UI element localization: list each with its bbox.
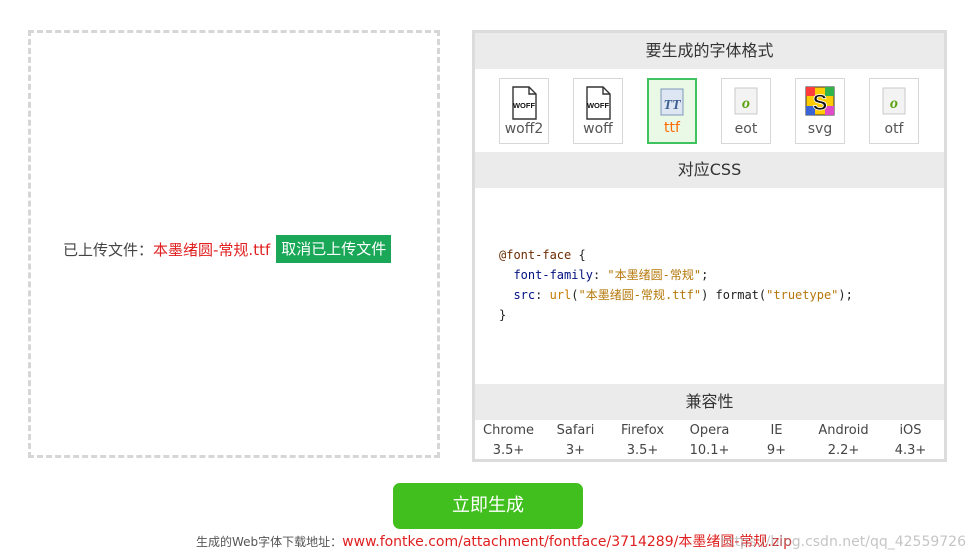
format-option-otf[interactable]: o otf	[869, 78, 919, 144]
svg-text:S: S	[813, 90, 828, 115]
compat-ios: iOS 4.3+	[877, 421, 944, 461]
css-section-title: 对应CSS	[475, 152, 944, 188]
svg-text:WOFF: WOFF	[513, 101, 535, 110]
browser-name: Opera	[689, 423, 730, 438]
css-at-rule: @font-face	[499, 248, 572, 262]
format-option-svg[interactable]: S svg	[795, 78, 845, 144]
format-options: WOFF woff2 WOFF woff TT ttf o eot S svg …	[499, 78, 944, 146]
otf-file-icon: o	[881, 86, 907, 122]
css-url-value: "本墨绪圆-常规.ttf"	[578, 288, 702, 302]
browser-version: 9+	[766, 443, 787, 458]
browser-name: Chrome	[483, 423, 534, 438]
browser-name: IE	[770, 423, 783, 438]
svg-file-icon: S	[805, 86, 835, 122]
cancel-upload-button[interactable]: 取消已上传文件	[276, 235, 392, 263]
svg-text:WOFF: WOFF	[587, 101, 609, 110]
download-label: 生成的Web字体下载地址：	[196, 535, 343, 549]
css-open-brace: {	[571, 248, 586, 262]
format-option-label: otf	[884, 121, 904, 137]
uploaded-file-name: 本墨绪圆-常规.ttf	[153, 240, 271, 259]
browser-version: 3.5+	[626, 443, 659, 458]
svg-text:o: o	[742, 95, 750, 112]
css-format-value: "truetype"	[766, 288, 839, 302]
css-format-fn: format	[715, 288, 759, 302]
format-option-woff[interactable]: WOFF woff	[573, 78, 623, 144]
watermark: https://blog.csdn.net/qq_42559726	[720, 534, 966, 550]
compat-opera: Opera 10.1+	[676, 421, 743, 461]
format-option-label: woff2	[504, 121, 544, 137]
compat-chrome: Chrome 3.5+	[475, 421, 542, 461]
generate-button[interactable]: 立即生成	[393, 483, 583, 529]
download-row: 生成的Web字体下载地址：www.fontke.com/attachment/f…	[196, 533, 792, 551]
css-url-fn: url	[549, 288, 572, 302]
browser-version: 3.5+	[492, 443, 525, 458]
css-src-prop: src	[513, 288, 536, 302]
format-section-title: 要生成的字体格式	[475, 33, 944, 69]
truetype-icon: TT	[659, 87, 685, 123]
woff-file-icon: WOFF	[511, 86, 537, 124]
browser-name: iOS	[899, 423, 922, 438]
format-option-label: woff	[583, 121, 613, 137]
format-option-eot[interactable]: o eot	[721, 78, 771, 144]
compat-firefox: Firefox 3.5+	[609, 421, 676, 461]
uploaded-file-label: 已上传文件：	[63, 240, 154, 259]
compat-safari: Safari 3+	[542, 421, 609, 461]
svg-text:o: o	[890, 95, 898, 112]
compat-table: Chrome 3.5+ Safari 3+ Firefox 3.5+ Opera…	[475, 421, 944, 461]
browser-name: Firefox	[620, 423, 665, 438]
css-code-block: @font-face { font-family: "本墨绪圆-常规"; src…	[499, 248, 853, 322]
compat-android: Android 2.2+	[810, 421, 877, 461]
format-option-woff2[interactable]: WOFF woff2	[499, 78, 549, 144]
browser-version: 10.1+	[689, 443, 730, 458]
upload-drop-zone[interactable]: 已上传文件： 本墨绪圆-常规.ttf 取消已上传文件	[28, 30, 440, 458]
uploaded-file-row: 已上传文件： 本墨绪圆-常规.ttf 取消已上传文件	[63, 235, 392, 263]
browser-version: 4.3+	[894, 443, 927, 458]
format-option-ttf[interactable]: TT ttf	[647, 78, 697, 144]
browser-name: Android	[818, 423, 869, 438]
format-option-label: svg	[807, 121, 833, 137]
eot-file-icon: o	[733, 86, 759, 122]
browser-version: 2.2+	[827, 443, 860, 458]
format-option-label: eot	[734, 121, 758, 137]
svg-text:TT: TT	[663, 98, 682, 113]
compat-ie: IE 9+	[743, 421, 810, 461]
font-format-panel: 要生成的字体格式 WOFF woff2 WOFF woff TT ttf o e…	[472, 30, 947, 462]
browser-version: 3+	[565, 443, 586, 458]
css-family-value: "本墨绪圆-常规"	[607, 268, 702, 282]
compat-section-title: 兼容性	[475, 384, 944, 420]
woff-file-icon: WOFF	[585, 86, 611, 124]
format-option-label: ttf	[664, 120, 680, 136]
browser-name: Safari	[556, 423, 595, 438]
css-family-prop: font-family	[513, 268, 593, 282]
css-close-brace: }	[499, 308, 507, 322]
